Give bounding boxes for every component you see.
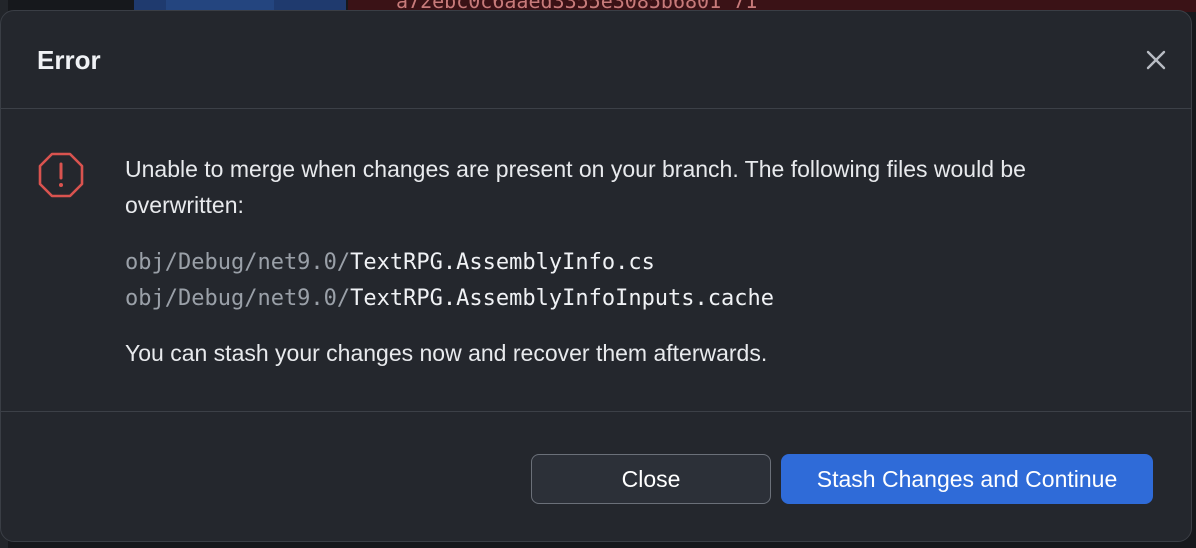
file-list-item: obj/Debug/net9.0/TextRPG.AssemblyInfoInp… <box>125 281 774 317</box>
close-icon[interactable] <box>1141 45 1171 75</box>
dialog-header: Error <box>1 11 1191 109</box>
file-name: TextRPG.AssemblyInfoInputs.cache <box>350 286 775 311</box>
stash-changes-and-continue-button[interactable]: Stash Changes and Continue <box>781 454 1153 504</box>
close-button[interactable]: Close <box>531 454 771 504</box>
error-dialog: Error Unable to merge when changes are p… <box>0 10 1192 542</box>
error-message: Unable to merge when changes are present… <box>125 156 1026 218</box>
dialog-body: Unable to merge when changes are present… <box>1 109 1191 411</box>
stash-hint: You can stash your changes now and recov… <box>125 340 768 366</box>
dialog-footer: Close Stash Changes and Continue <box>1 411 1191 541</box>
file-list: obj/Debug/net9.0/TextRPG.AssemblyInfo.cs… <box>125 245 774 317</box>
dialog-title: Error <box>37 45 101 75</box>
file-directory: obj/Debug/net9.0/ <box>125 286 351 311</box>
file-directory: obj/Debug/net9.0/ <box>125 250 351 275</box>
file-name: TextRPG.AssemblyInfo.cs <box>350 250 655 275</box>
warning-octagon-icon <box>37 151 85 199</box>
file-list-item: obj/Debug/net9.0/TextRPG.AssemblyInfo.cs <box>125 245 774 281</box>
